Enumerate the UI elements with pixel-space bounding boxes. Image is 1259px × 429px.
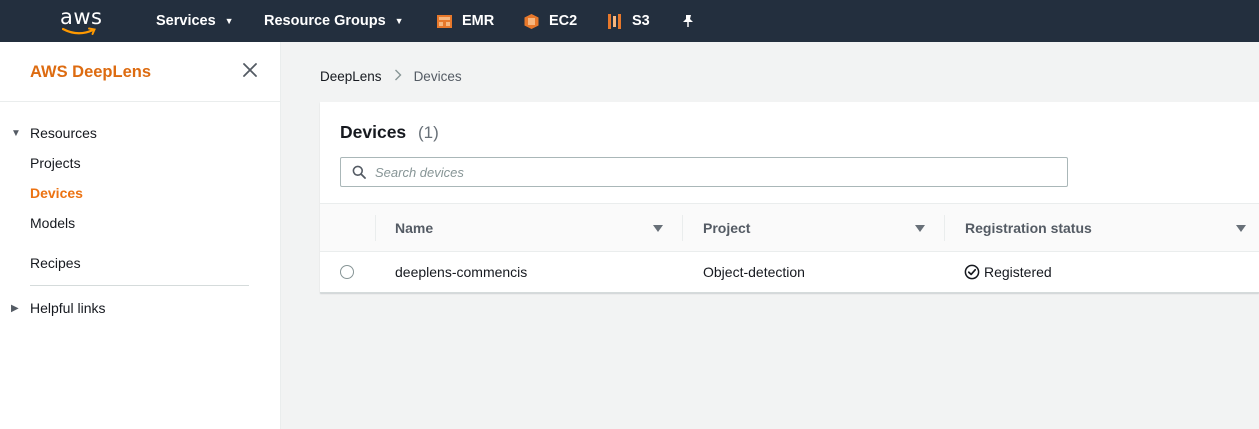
breadcrumb-deeplens[interactable]: DeepLens <box>320 69 382 84</box>
table-header: Name Project Registration status <box>320 203 1259 252</box>
column-divider <box>375 215 376 241</box>
shortcut-emr-label: EMR <box>462 13 495 29</box>
sidebar-item-projects[interactable]: Projects <box>30 155 81 171</box>
row-select-radio[interactable] <box>340 265 354 279</box>
caret-down-icon: ▼ <box>11 127 21 139</box>
chevron-right-icon <box>394 69 402 84</box>
aws-logo[interactable]: aws <box>57 5 105 36</box>
services-menu[interactable]: Services ▼ <box>156 0 234 42</box>
pin-icon <box>683 15 693 27</box>
breadcrumb-current: Devices <box>413 69 462 84</box>
services-label: Services <box>156 13 216 29</box>
sidebar-section-helpful-links[interactable]: ▶ Helpful links <box>11 300 105 316</box>
table-row[interactable]: deeplens-commencis Object-detection Regi… <box>320 252 1259 292</box>
column-header-project[interactable]: Project <box>703 204 750 252</box>
shortcut-ec2[interactable]: EC2 <box>523 0 577 42</box>
resource-groups-menu[interactable]: Resource Groups ▼ <box>264 0 404 42</box>
s3-icon <box>608 13 621 29</box>
sidebar: AWS DeepLens ▼ Resources Projects Device… <box>0 42 281 429</box>
check-circle-icon <box>964 264 980 280</box>
column-divider <box>944 215 945 241</box>
breadcrumb: DeepLens Devices <box>320 69 462 84</box>
shortcut-ec2-label: EC2 <box>549 13 578 29</box>
sort-icon[interactable] <box>915 223 925 233</box>
search-box[interactable] <box>340 157 1068 187</box>
sidebar-section-label: Resources <box>30 125 97 141</box>
device-project: Object-detection <box>703 264 805 280</box>
registration-status: Registered <box>964 252 1052 292</box>
aws-logo-text: aws <box>60 5 103 29</box>
chevron-down-icon: ▼ <box>394 16 404 26</box>
shortcut-emr[interactable]: EMR <box>436 0 494 42</box>
sort-icon[interactable] <box>653 223 663 233</box>
devices-count: (1) <box>418 123 439 142</box>
sidebar-title: AWS DeepLens <box>30 63 152 81</box>
close-icon[interactable] <box>241 61 259 79</box>
device-name[interactable]: deeplens-commencis <box>395 252 527 292</box>
registration-status-label: Registered <box>984 264 1052 280</box>
sidebar-section-label: Helpful links <box>30 300 106 316</box>
shortcut-s3[interactable]: S3 <box>606 0 650 42</box>
top-navigation-bar: aws Services ▼ Resource Groups ▼ EMR EC2 <box>0 0 1259 42</box>
resource-groups-label: Resource Groups <box>264 13 386 29</box>
sidebar-item-devices[interactable]: Devices <box>30 185 83 201</box>
emr-icon <box>437 14 452 28</box>
search-icon <box>352 165 366 179</box>
search-input[interactable] <box>375 164 1055 180</box>
chevron-down-icon: ▼ <box>224 16 234 26</box>
sort-icon[interactable] <box>1236 223 1246 233</box>
column-header-registration-status[interactable]: Registration status <box>965 204 1092 252</box>
sidebar-item-models[interactable]: Models <box>30 215 75 231</box>
sidebar-item-recipes[interactable]: Recipes <box>30 255 81 271</box>
sidebar-header-divider <box>0 101 281 102</box>
pin-button[interactable] <box>681 0 695 42</box>
caret-right-icon: ▶ <box>11 302 19 314</box>
ec2-icon <box>524 13 539 29</box>
column-divider <box>682 215 683 241</box>
sidebar-section-resources[interactable]: ▼ Resources <box>11 125 97 141</box>
column-header-name[interactable]: Name <box>395 204 433 252</box>
shortcut-s3-label: S3 <box>632 13 650 29</box>
sidebar-divider <box>30 285 249 286</box>
devices-table-panel: Devices (1) Name Project Registration st… <box>320 102 1259 293</box>
aws-smile-icon <box>62 27 96 35</box>
devices-heading: Devices <box>340 122 407 142</box>
